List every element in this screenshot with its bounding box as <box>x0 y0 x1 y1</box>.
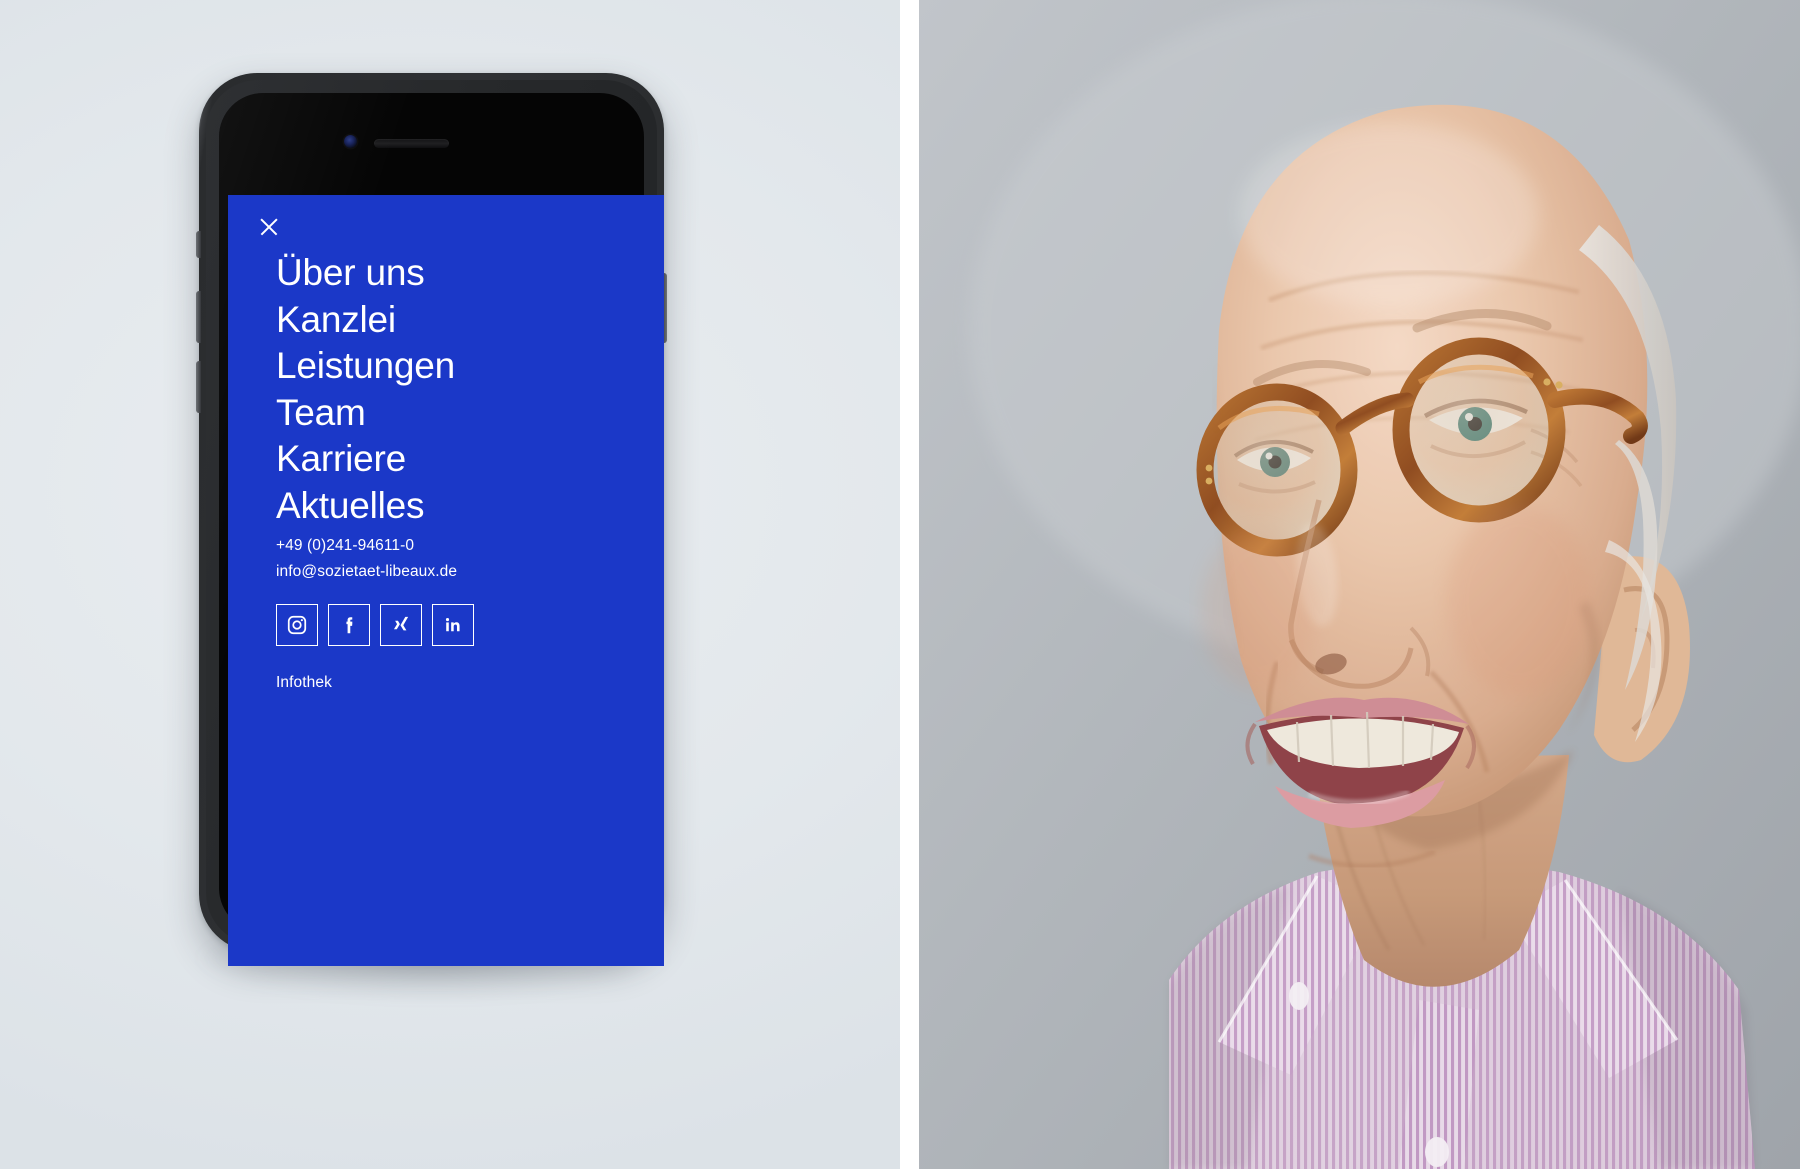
contact-details: +49 (0)241-94611-0 info@sozietaet-libeau… <box>276 533 457 585</box>
nav-item-aktuelles[interactable]: Aktuelles <box>276 483 455 530</box>
nav-item-karriere[interactable]: Karriere <box>276 436 455 483</box>
volume-down-button[interactable] <box>196 361 201 413</box>
front-camera-icon <box>344 135 357 148</box>
social-link-facebook[interactable] <box>328 604 370 646</box>
social-link-linkedin[interactable] <box>432 604 474 646</box>
panel-divider <box>900 0 919 1169</box>
mobile-menu-screen: Über uns Kanzlei Leistungen Team Karrier… <box>228 195 664 966</box>
volume-up-button[interactable] <box>196 291 201 343</box>
facebook-icon <box>338 614 360 636</box>
linkedin-icon <box>442 614 464 636</box>
close-x-icon[interactable] <box>258 215 280 237</box>
ear-speaker-grille <box>374 139 449 148</box>
mute-switch[interactable] <box>196 231 201 258</box>
portrait-photo <box>919 0 1800 1169</box>
email-link[interactable]: info@sozietaet-libeaux.de <box>276 559 457 585</box>
social-link-instagram[interactable] <box>276 604 318 646</box>
nav-item-team[interactable]: Team <box>276 390 455 437</box>
xing-icon <box>390 614 412 636</box>
social-link-xing[interactable] <box>380 604 422 646</box>
nav-item-kanzlei[interactable]: Kanzlei <box>276 297 455 344</box>
phone-number-link[interactable]: +49 (0)241-94611-0 <box>276 533 457 559</box>
instagram-icon <box>286 614 308 636</box>
main-navigation: Über uns Kanzlei Leistungen Team Karrier… <box>276 250 455 529</box>
nav-item-leistungen[interactable]: Leistungen <box>276 343 455 390</box>
mockup-panel: Über uns Kanzlei Leistungen Team Karrier… <box>0 0 900 1169</box>
social-links-row <box>276 604 474 646</box>
nav-item-ueber-uns[interactable]: Über uns <box>276 250 455 297</box>
screenshot-root: Über uns Kanzlei Leistungen Team Karrier… <box>0 0 1800 1169</box>
infothek-link[interactable]: Infothek <box>276 674 332 692</box>
portrait-illustration <box>919 0 1800 1169</box>
